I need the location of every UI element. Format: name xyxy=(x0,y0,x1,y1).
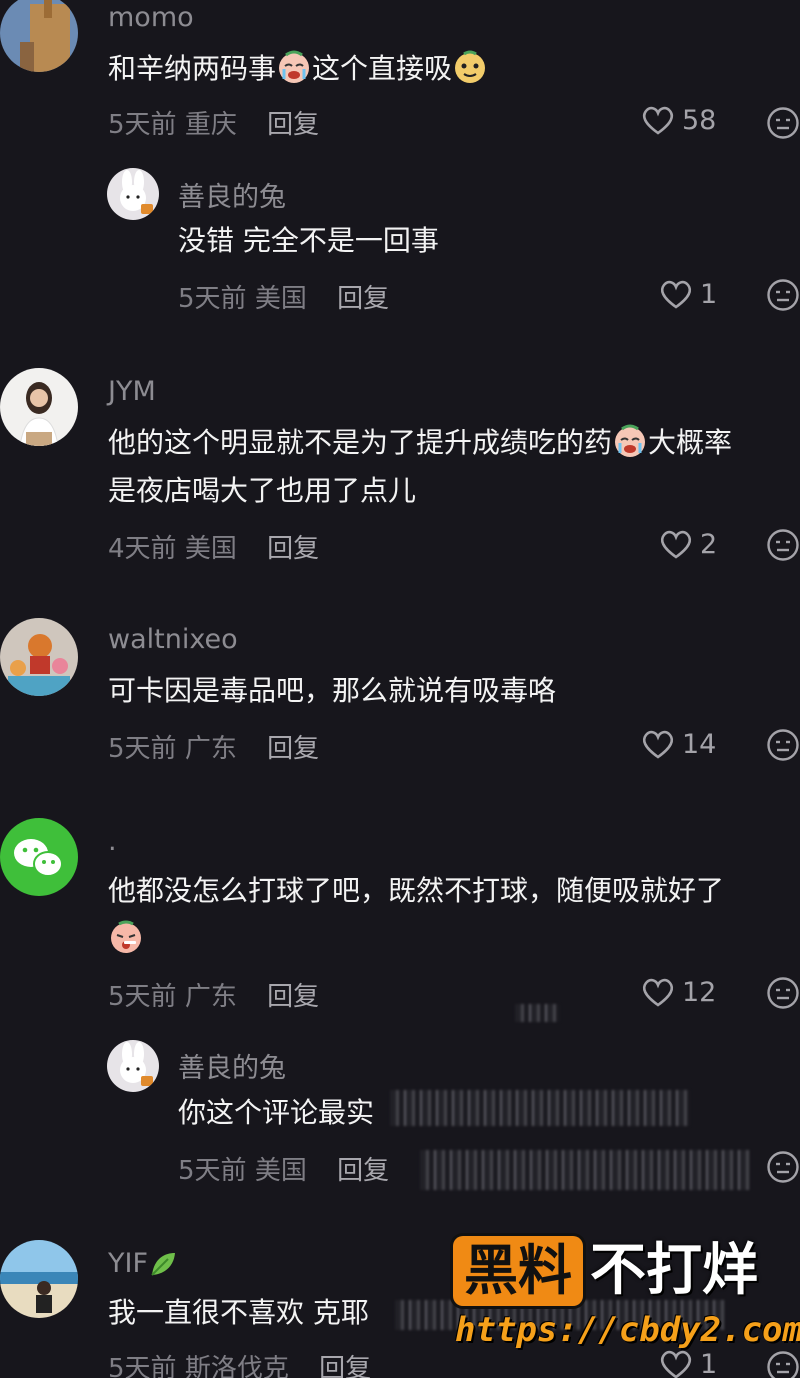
comment-location: 斯洛伐克 xyxy=(184,1354,289,1378)
comment-meta: 5天前 重庆 回复 xyxy=(108,104,319,141)
watermark-slogan: 不打烊 xyxy=(590,1238,758,1303)
heart-icon xyxy=(660,1350,692,1378)
username[interactable]: YIF xyxy=(108,1248,184,1285)
like-button[interactable]: 12 xyxy=(640,976,716,1008)
avatar[interactable] xyxy=(107,1040,159,1092)
heart-icon xyxy=(660,280,692,309)
comment-meta: 4天前 美国 回复 xyxy=(108,528,319,565)
comment-emoji-line xyxy=(108,914,144,964)
reply-button[interactable]: 回复 xyxy=(267,110,319,140)
dislike-face-icon[interactable] xyxy=(766,106,800,140)
like-count: 1 xyxy=(700,278,718,310)
like-count: 2 xyxy=(700,528,718,560)
comment-text-part: 和辛纳两码事 xyxy=(108,52,277,85)
comment-time: 5天前 xyxy=(108,734,177,764)
heart-icon xyxy=(642,106,674,135)
comment-text-part: 这个直接吸 xyxy=(312,52,453,85)
username-text: YIF xyxy=(108,1248,148,1279)
comment-meta: 5天前 美国 回复 xyxy=(178,1150,389,1187)
comment-meta: 5天前 广东 回复 xyxy=(108,976,319,1013)
crying-face-emoji xyxy=(276,49,312,85)
like-count: 12 xyxy=(682,976,717,1008)
reply-button[interactable]: 回复 xyxy=(337,1156,389,1186)
comment-time: 5天前 xyxy=(108,1354,177,1378)
dislike-face-icon[interactable] xyxy=(766,278,800,312)
like-button[interactable]: 1 xyxy=(658,278,717,310)
dislike-face-icon[interactable] xyxy=(766,976,800,1010)
like-count: 1 xyxy=(700,1348,718,1378)
reply-button[interactable]: 回复 xyxy=(337,284,389,314)
watermark-url: https://cbdy2.com xyxy=(455,1310,800,1350)
dislike-face-icon[interactable] xyxy=(766,1350,800,1378)
username[interactable]: waltnixeo xyxy=(108,624,238,655)
watermark-brand: 黑料 xyxy=(453,1236,583,1306)
sly-face-emoji xyxy=(108,919,144,955)
comment-time: 5天前 xyxy=(108,110,177,140)
comment-text: 可卡因是毒品吧，那么就说有吸毒咯 xyxy=(108,674,557,707)
comment-location: 广东 xyxy=(184,982,237,1012)
comment-location: 广东 xyxy=(184,734,237,764)
like-count: 58 xyxy=(682,104,717,136)
reply-button[interactable]: 回复 xyxy=(267,734,319,764)
comment-text: 他都没怎么打球了吧，既然不打球，随便吸就好了 xyxy=(108,874,725,907)
comment-location: 重庆 xyxy=(184,110,237,140)
avatar[interactable] xyxy=(0,818,78,896)
reply-button[interactable]: 回复 xyxy=(319,1354,371,1378)
comment-text: 没错 完全不是一回事 xyxy=(178,224,439,257)
leaf-emoji xyxy=(148,1249,184,1285)
comment-time: 4天前 xyxy=(108,534,177,564)
avatar[interactable] xyxy=(0,368,78,446)
comment-location: 美国 xyxy=(184,534,237,564)
like-count: 14 xyxy=(682,728,717,760)
username[interactable]: momo xyxy=(108,2,194,33)
comment-meta: 5天前 美国 回复 xyxy=(178,278,389,315)
comment-text-line2: 是夜店喝大了也用了点儿 xyxy=(108,474,417,507)
comment-text-part: 大概率 xyxy=(648,426,733,459)
like-button[interactable]: 2 xyxy=(658,528,717,560)
heart-icon xyxy=(642,730,674,759)
avatar[interactable] xyxy=(0,1240,78,1318)
heart-icon xyxy=(660,530,692,559)
heart-icon xyxy=(642,978,674,1007)
comment-time: 5天前 xyxy=(178,1156,247,1186)
glitch-overlay xyxy=(420,1150,750,1190)
comment-location: 美国 xyxy=(254,284,307,314)
reply-button[interactable]: 回复 xyxy=(267,982,319,1012)
like-button[interactable]: 14 xyxy=(640,728,716,760)
avatar[interactable] xyxy=(107,168,159,220)
username[interactable]: 善良的兔 xyxy=(178,175,286,214)
username[interactable]: . xyxy=(108,826,117,857)
avatar[interactable] xyxy=(0,0,78,72)
avatar[interactable] xyxy=(0,618,78,696)
comment-text: 我一直很不喜欢 克耶 xyxy=(108,1296,369,1329)
comment-location: 美国 xyxy=(254,1156,307,1186)
glitch-overlay xyxy=(390,1090,690,1126)
comment-time: 5天前 xyxy=(108,982,177,1012)
comment-time: 5天前 xyxy=(178,284,247,314)
comment-text: 和辛纳两码事 这个直接吸 xyxy=(108,44,488,94)
username[interactable]: JYM xyxy=(108,376,156,407)
dislike-face-icon[interactable] xyxy=(766,728,800,762)
like-button[interactable]: 1 xyxy=(658,1348,717,1378)
comments-screen: momo 和辛纳两码事 这个直接吸 5天前 重庆 回复 58 善良的兔 没错 完全… xyxy=(0,0,800,1378)
comment-text: 他的这个明显就不是为了提升成绩吃的药 大概率 xyxy=(108,418,732,468)
smug-face-emoji xyxy=(452,49,488,85)
glitch-overlay xyxy=(515,1004,560,1022)
comment-meta: 5天前 广东 回复 xyxy=(108,728,319,765)
comment-meta: 5天前 斯洛伐克 回复 xyxy=(108,1348,371,1378)
reply-button[interactable]: 回复 xyxy=(267,534,319,564)
like-button[interactable]: 58 xyxy=(640,104,716,136)
comment-text: 你这个评论最实 xyxy=(178,1096,375,1129)
dislike-face-icon[interactable] xyxy=(766,528,800,562)
dislike-face-icon[interactable] xyxy=(766,1150,800,1184)
comment-text-part: 他的这个明显就不是为了提升成绩吃的药 xyxy=(108,426,613,459)
crying-face-emoji xyxy=(612,423,648,459)
username[interactable]: 善良的兔 xyxy=(178,1046,286,1085)
